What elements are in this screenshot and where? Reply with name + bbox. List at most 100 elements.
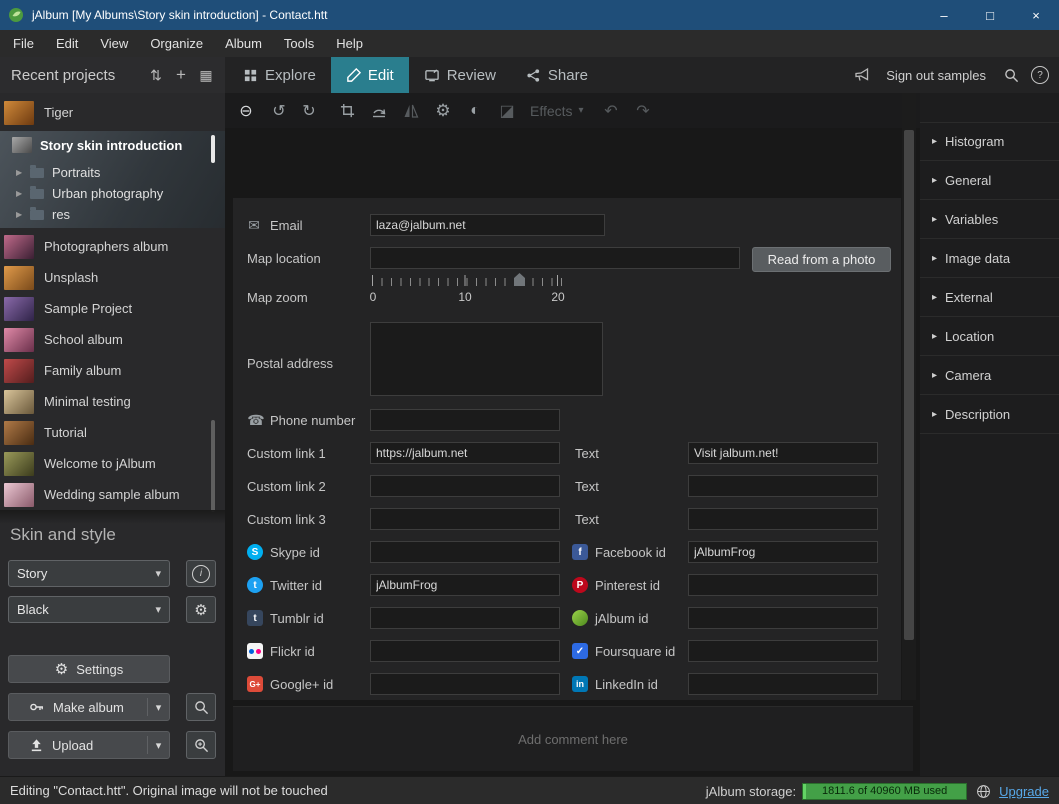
maximize-button[interactable]: □ <box>967 0 1013 30</box>
custom-link-1-url-field[interactable] <box>370 442 560 464</box>
jalbum-id-field[interactable] <box>688 607 878 629</box>
scrollbar-thumb[interactable] <box>211 135 215 163</box>
project-item-selected[interactable]: Story skin introduction ▶ Portraits ▶ Ur… <box>0 131 225 228</box>
minus-circle-icon[interactable]: ⊖ <box>233 93 259 128</box>
adjust-gear-icon[interactable]: ⚙ <box>430 93 456 128</box>
custom-link-2-text-field[interactable] <box>688 475 878 497</box>
panel-histogram[interactable]: ▸ Histogram <box>920 122 1059 161</box>
main-scrollbar[interactable] <box>902 93 916 700</box>
upload-button[interactable]: Upload ▾ <box>8 731 170 759</box>
preview-upload-button[interactable] <box>186 731 216 759</box>
panel-location[interactable]: ▸ Location <box>920 317 1059 356</box>
tree-item-urban-photography[interactable]: ▶ Urban photography <box>0 183 225 204</box>
redo-icon[interactable]: ↷ <box>630 93 656 128</box>
add-project-icon[interactable]: + <box>170 64 192 86</box>
flip-icon[interactable] <box>398 93 424 128</box>
menu-item-tools[interactable]: Tools <box>273 30 325 57</box>
skin-info-button[interactable]: i <box>186 560 216 587</box>
scrollbar-thumb[interactable] <box>904 130 914 640</box>
project-item-tiger[interactable]: Tiger <box>0 97 225 128</box>
menu-item-edit[interactable]: Edit <box>45 30 89 57</box>
facebook-id-field[interactable] <box>688 541 878 563</box>
announcements-icon[interactable] <box>854 67 872 83</box>
rotate-left-icon[interactable]: ↺ <box>266 93 292 128</box>
close-button[interactable]: × <box>1013 0 1059 30</box>
tab-review[interactable]: Review <box>409 57 511 93</box>
panel-general[interactable]: ▸ General <box>920 161 1059 200</box>
project-item[interactable]: Photographers album <box>0 231 225 262</box>
search-icon[interactable] <box>1004 68 1019 83</box>
upload-dropdown[interactable]: ▾ <box>148 739 169 752</box>
style-settings-button[interactable]: ⚙ <box>186 596 216 623</box>
foursquare-id-field[interactable] <box>688 640 878 662</box>
chevron-right-icon: ▸ <box>932 370 937 381</box>
comment-input[interactable]: Add comment here <box>233 706 913 771</box>
panel-camera[interactable]: ▸ Camera <box>920 356 1059 395</box>
sign-out-link[interactable]: Sign out samples <box>886 68 986 83</box>
menu-item-organize[interactable]: Organize <box>139 30 214 57</box>
sort-projects-icon[interactable]: ⇅ <box>145 64 167 86</box>
tumblr-id-field[interactable] <box>370 607 560 629</box>
project-item[interactable]: Sample Project <box>0 293 225 324</box>
linkedin-id-field[interactable] <box>688 673 878 695</box>
upgrade-link[interactable]: Upgrade <box>999 784 1049 799</box>
postal-address-field[interactable] <box>370 322 603 396</box>
skype-id-field[interactable] <box>370 541 560 563</box>
twitter-icon: t <box>247 577 263 593</box>
google-plus-label: Google+ id <box>270 673 333 695</box>
project-item[interactable]: Family album <box>0 355 225 386</box>
undo-icon[interactable]: ↶ <box>598 93 624 128</box>
menu-item-help[interactable]: Help <box>325 30 374 57</box>
custom-link-2-url-field[interactable] <box>370 475 560 497</box>
linkedin-icon: in <box>572 676 588 692</box>
menu-item-album[interactable]: Album <box>214 30 273 57</box>
tab-explore[interactable]: Explore <box>228 57 331 93</box>
project-item[interactable]: School album <box>0 324 225 355</box>
menu-item-view[interactable]: View <box>89 30 139 57</box>
twitter-id-field[interactable] <box>370 574 560 596</box>
read-from-photo-button[interactable]: Read from a photo <box>752 247 891 272</box>
contrast-icon[interactable]: ◐ <box>462 93 488 128</box>
project-item[interactable]: Unsplash <box>0 262 225 293</box>
tab-share[interactable]: Share <box>511 57 603 93</box>
panel-description[interactable]: ▸ Description <box>920 395 1059 434</box>
style-select[interactable]: Black ▾ <box>8 596 170 623</box>
tab-edit[interactable]: Edit <box>331 57 409 93</box>
tree-expand-icon[interactable]: ▶ <box>16 210 28 219</box>
flickr-id-field[interactable] <box>370 640 560 662</box>
minimize-button[interactable]: – <box>921 0 967 30</box>
custom-link-3-text-field[interactable] <box>688 508 878 530</box>
make-album-dropdown[interactable]: ▾ <box>148 701 169 714</box>
email-field[interactable] <box>370 214 605 236</box>
panel-external[interactable]: ▸ External <box>920 278 1059 317</box>
custom-link-1-text-field[interactable] <box>688 442 878 464</box>
grid-view-icon[interactable]: ▦ <box>195 64 217 86</box>
preview-album-button[interactable] <box>186 693 216 721</box>
scrollbar-thumb[interactable] <box>211 420 215 512</box>
skin-select[interactable]: Story ▾ <box>8 560 170 587</box>
project-item[interactable]: Tutorial <box>0 417 225 448</box>
map-location-field[interactable] <box>370 247 740 269</box>
straighten-icon[interactable] <box>366 93 392 128</box>
tree-item-res[interactable]: ▶ res <box>0 204 225 225</box>
menu-item-file[interactable]: File <box>2 30 45 57</box>
tree-item-portraits[interactable]: ▶ Portraits <box>0 162 225 183</box>
levels-icon[interactable]: ◪ <box>494 93 520 128</box>
project-item[interactable]: Wedding sample album <box>0 479 225 510</box>
panel-image-data[interactable]: ▸ Image data <box>920 239 1059 278</box>
pinterest-id-field[interactable] <box>688 574 878 596</box>
effects-dropdown[interactable]: Effects ▾ <box>530 93 584 128</box>
help-icon[interactable]: ? <box>1031 66 1049 84</box>
project-item[interactable]: Welcome to jAlbum <box>0 448 225 479</box>
google-plus-id-field[interactable] <box>370 673 560 695</box>
settings-button[interactable]: ⚙ Settings <box>8 655 170 683</box>
panel-variables[interactable]: ▸ Variables <box>920 200 1059 239</box>
phone-field[interactable] <box>370 409 560 431</box>
make-album-button[interactable]: Make album ▾ <box>8 693 170 721</box>
crop-icon[interactable] <box>334 93 360 128</box>
project-item[interactable]: Minimal testing <box>0 386 225 417</box>
rotate-right-icon[interactable]: ↻ <box>296 93 322 128</box>
tree-expand-icon[interactable]: ▶ <box>16 189 28 198</box>
custom-link-3-url-field[interactable] <box>370 508 560 530</box>
tree-expand-icon[interactable]: ▶ <box>16 168 28 177</box>
